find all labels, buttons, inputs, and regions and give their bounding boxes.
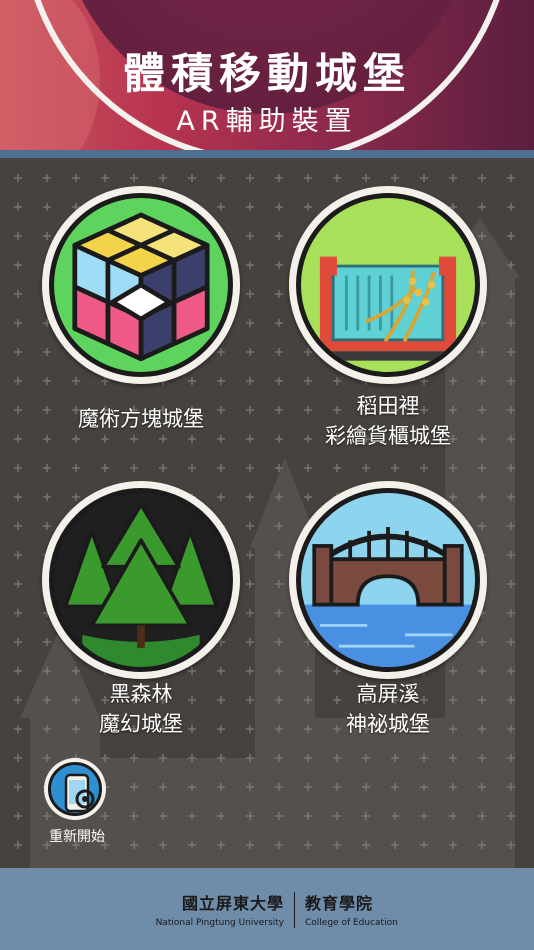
castle-card-label: 稻田裡 彩繪貨櫃城堡	[325, 394, 451, 448]
college-logo: 教育學院 College of Education	[305, 890, 398, 928]
footer: 國立屏東大學 National Pingtung University 教育學院…	[0, 868, 534, 950]
castle-card-label: 高屏溪 神祕城堡	[346, 682, 430, 736]
castle-menu: 魔術方塊城堡 稻田裡 彩繪貨櫃城堡 黑森林 魔幻城堡 高屏溪 神祕城堡 重新開始	[0, 158, 534, 868]
university-logo: 國立屏東大學 National Pingtung University	[156, 890, 284, 928]
footer-divider	[294, 892, 295, 928]
app-header: 體積移動城堡 AR輔助裝置	[0, 0, 534, 156]
university-name-en: National Pingtung University	[155, 918, 284, 928]
app-subtitle: AR輔助裝置	[176, 106, 358, 137]
app-title: 體積移動城堡	[122, 49, 411, 98]
university-name-zh: 國立屏東大學	[181, 894, 284, 913]
bridge-river-icon	[296, 488, 480, 672]
rubiks-cube-icon	[49, 193, 233, 377]
pine-forest-icon	[49, 488, 233, 672]
restart-label[interactable]: 重新開始	[40, 826, 114, 846]
phone-ar-icon	[48, 762, 102, 816]
college-name-zh: 教育學院	[305, 894, 374, 913]
container-rice-field-icon	[296, 193, 480, 377]
restart-button[interactable]	[44, 758, 106, 820]
castle-card-label: 魔術方塊城堡	[78, 407, 204, 431]
header-stripe	[0, 150, 534, 158]
castle-card-label: 黑森林 魔幻城堡	[99, 682, 183, 736]
college-name-en: College of Education	[305, 918, 398, 928]
